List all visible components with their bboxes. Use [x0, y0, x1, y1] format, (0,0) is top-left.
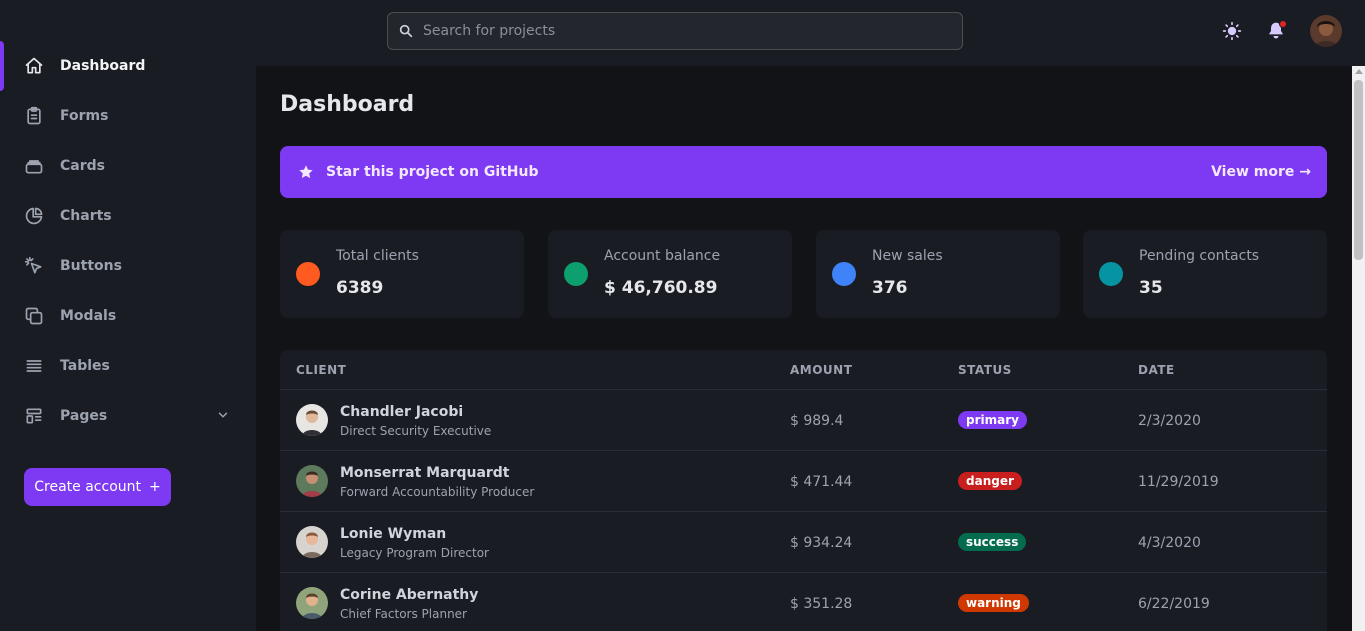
column-header-date: DATE: [1138, 363, 1175, 377]
sidebar-item-label: Modals: [60, 308, 117, 324]
banner-text: Star this project on GitHub: [326, 164, 539, 180]
clients-table: CLIENT AMOUNT STATUS DATE Chandler Jacob…: [280, 350, 1327, 631]
table-row: Lonie Wyman Legacy Program Director $ 93…: [280, 512, 1327, 573]
duplicate-icon: [24, 306, 44, 326]
sidebar-item-forms[interactable]: Forms: [0, 91, 256, 141]
cards-icon: [24, 156, 44, 176]
top-header: [256, 0, 1365, 66]
card-value: $ 46,760.89: [604, 278, 718, 298]
column-header-status: STATUS: [958, 363, 1012, 377]
github-banner[interactable]: Star this project on GitHub View more →: [280, 146, 1327, 198]
stat-card-total-clients: Total clients 6389: [280, 230, 524, 318]
avatar: [296, 404, 328, 436]
date-cell: 2/3/2020: [1138, 413, 1201, 429]
scroll-up-arrow[interactable]: [1355, 69, 1363, 74]
amount-cell: $ 989.4: [790, 413, 844, 429]
client-name: Chandler Jacobi: [340, 404, 464, 420]
card-label: Total clients: [336, 248, 419, 264]
table-row: Corine Abernathy Chief Factors Planner $…: [280, 573, 1327, 631]
client-name: Corine Abernathy: [340, 587, 479, 603]
table-lines-icon: [24, 356, 44, 376]
scrollbar-thumb[interactable]: [1354, 80, 1363, 260]
sidebar-item-cards[interactable]: Cards: [0, 141, 256, 191]
star-icon: [299, 165, 313, 179]
client-role: Forward Accountability Producer: [340, 485, 535, 499]
card-icon: [564, 262, 588, 286]
amount-cell: $ 934.24: [790, 535, 853, 551]
sidebar-item-dashboard[interactable]: Dashboard: [0, 41, 256, 91]
status-badge: warning: [958, 594, 1029, 612]
card-label: Account balance: [604, 248, 721, 264]
card-value: 35: [1139, 278, 1163, 298]
card-icon: [832, 262, 856, 286]
status-badge: success: [958, 533, 1027, 551]
sidebar-item-label: Cards: [60, 158, 105, 174]
cursor-click-icon: [24, 256, 44, 276]
date-cell: 11/29/2019: [1138, 474, 1219, 490]
pages-icon: [24, 406, 44, 426]
notification-badge: [1279, 20, 1287, 28]
avatar: [296, 526, 328, 558]
sidebar: Dashboard Forms Cards Charts Buttons Mod…: [0, 0, 256, 631]
avatar: [296, 465, 328, 497]
date-cell: 4/3/2020: [1138, 535, 1201, 551]
sidebar-item-tables[interactable]: Tables: [0, 341, 256, 391]
column-header-amount: AMOUNT: [790, 363, 853, 377]
sidebar-item-label: Dashboard: [60, 58, 146, 74]
status-badge: danger: [958, 472, 1022, 490]
amount-cell: $ 351.28: [790, 596, 853, 612]
client-role: Direct Security Executive: [340, 424, 492, 438]
sidebar-item-label: Tables: [60, 358, 110, 374]
profile-avatar[interactable]: [1310, 15, 1342, 47]
sidebar-item-buttons[interactable]: Buttons: [0, 241, 256, 291]
main-scrollbar[interactable]: [1352, 66, 1365, 631]
pie-chart-icon: [24, 206, 44, 226]
view-more-link[interactable]: View more →: [1211, 164, 1311, 180]
card-label: New sales: [872, 248, 943, 264]
client-role: Chief Factors Planner: [340, 607, 467, 621]
search-input[interactable]: [423, 23, 943, 39]
sidebar-item-label: Pages: [60, 408, 108, 424]
client-role: Legacy Program Director: [340, 546, 489, 560]
table-header: CLIENT AMOUNT STATUS DATE: [280, 350, 1327, 390]
main-content: Dashboard Star this project on GitHub Vi…: [256, 66, 1352, 631]
plus-icon: +: [149, 479, 161, 495]
date-cell: 6/22/2019: [1138, 596, 1210, 612]
table-row: Monserrat Marquardt Forward Accountabili…: [280, 451, 1327, 512]
clipboard-icon: [24, 106, 44, 126]
create-account-label: Create account: [34, 479, 141, 495]
search-icon: [399, 24, 413, 38]
client-name: Lonie Wyman: [340, 526, 447, 542]
amount-cell: $ 471.44: [790, 474, 853, 490]
card-icon: [296, 262, 320, 286]
create-account-button[interactable]: Create account +: [24, 468, 171, 506]
page-title: Dashboard: [280, 92, 415, 117]
stat-card-pending-contacts: Pending contacts 35: [1083, 230, 1327, 318]
stat-card-new-sales: New sales 376: [816, 230, 1060, 318]
column-header-client: CLIENT: [296, 363, 347, 377]
sun-icon: [1222, 21, 1242, 41]
card-label: Pending contacts: [1139, 248, 1260, 264]
notifications-button[interactable]: [1266, 20, 1287, 41]
card-value: 6389: [336, 278, 384, 298]
table-row: Chandler Jacobi Direct Security Executiv…: [280, 390, 1327, 451]
sidebar-item-charts[interactable]: Charts: [0, 191, 256, 241]
sidebar-item-label: Charts: [60, 208, 112, 224]
sidebar-item-modals[interactable]: Modals: [0, 291, 256, 341]
sidebar-item-pages[interactable]: Pages: [0, 391, 256, 441]
card-icon: [1099, 262, 1123, 286]
card-value: 376: [872, 278, 908, 298]
sidebar-item-label: Buttons: [60, 258, 122, 274]
stat-card-account-balance: Account balance $ 46,760.89: [548, 230, 792, 318]
status-badge: primary: [958, 411, 1027, 429]
chevron-down-icon[interactable]: [216, 408, 230, 422]
search-box[interactable]: [387, 12, 963, 50]
theme-toggle-button[interactable]: [1222, 21, 1242, 41]
sidebar-item-label: Forms: [60, 108, 109, 124]
avatar: [296, 587, 328, 619]
client-name: Monserrat Marquardt: [340, 465, 510, 481]
home-icon: [24, 56, 44, 76]
